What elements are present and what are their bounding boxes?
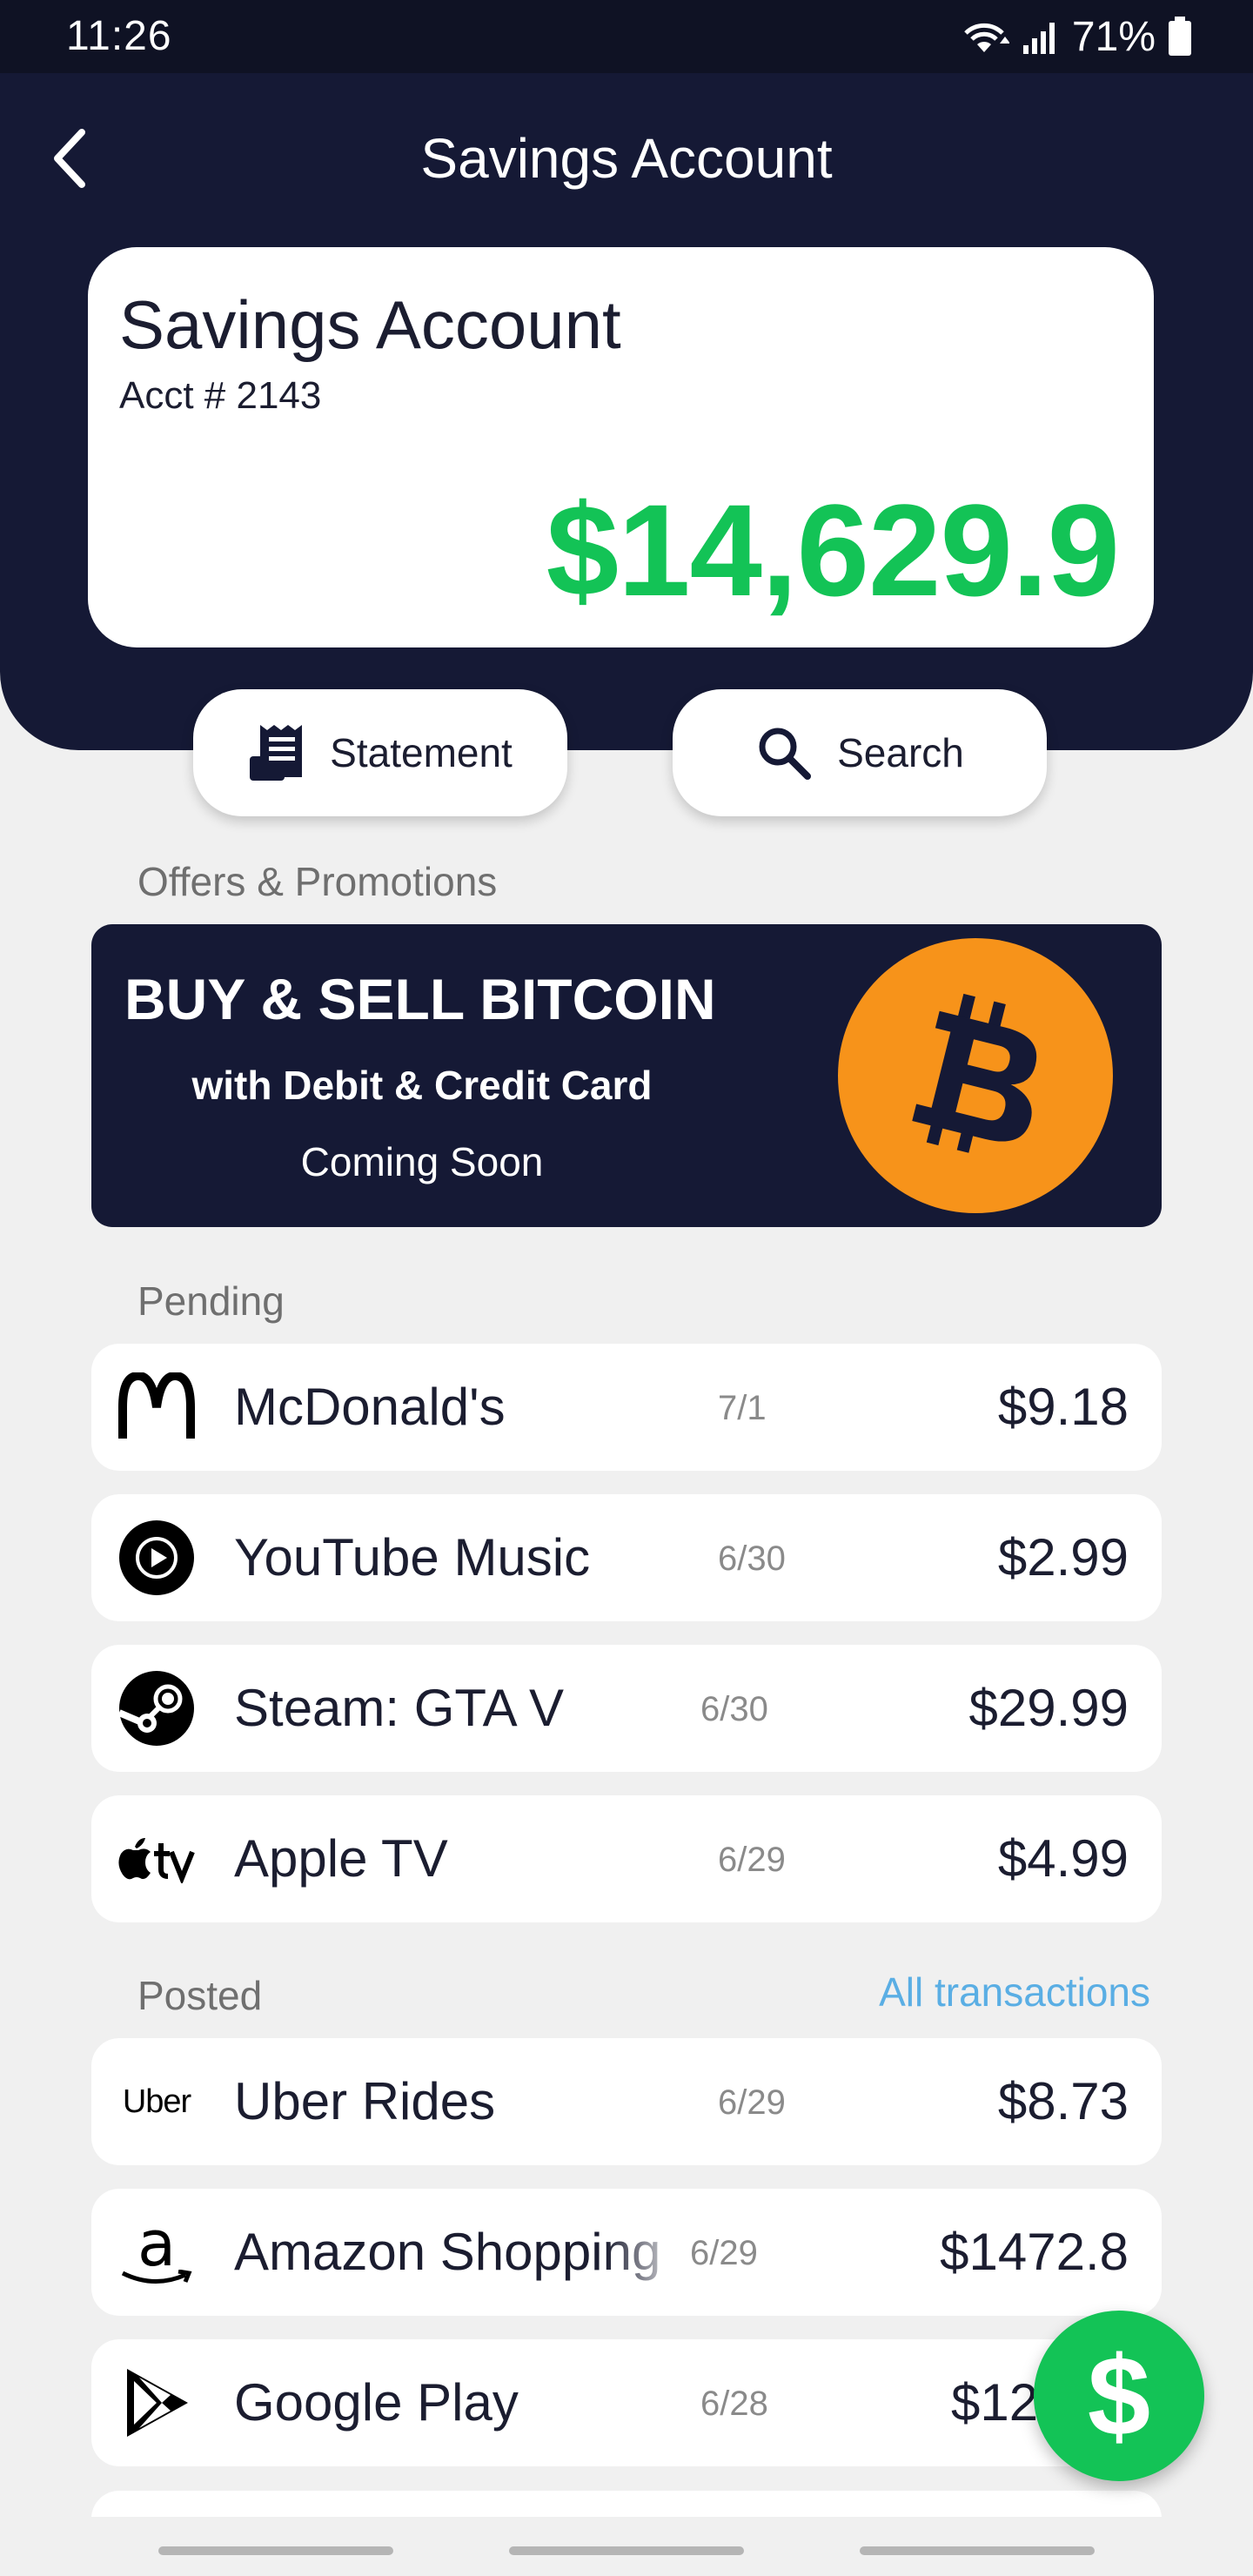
search-icon bbox=[759, 728, 812, 780]
apple-tv-icon bbox=[117, 1820, 196, 1898]
google-play-icon bbox=[117, 2364, 196, 2442]
transaction-row[interactable]: Uber Uber Rides 6/29 $8.73 bbox=[91, 2038, 1162, 2165]
bitcoin-icon bbox=[838, 938, 1113, 1213]
account-card: Savings Account Acct # 2143 $14,629.9 bbox=[88, 247, 1154, 647]
transaction-name: Google Play bbox=[234, 2373, 519, 2432]
nav-home-button[interactable] bbox=[509, 2546, 744, 2555]
receipt-icon bbox=[250, 725, 303, 781]
amazon-smile-icon bbox=[121, 2270, 192, 2284]
offers-section-label: Offers & Promotions bbox=[137, 859, 498, 904]
transaction-amount: $9.18 bbox=[997, 1378, 1129, 1436]
transaction-date: 6/28 bbox=[700, 2385, 768, 2423]
search-button[interactable]: Search bbox=[673, 689, 1047, 816]
amazon-logo-text: a bbox=[137, 2207, 177, 2280]
pending-section-label: Pending bbox=[137, 1278, 285, 1324]
account-name: Savings Account bbox=[119, 286, 621, 363]
transaction-name: Apple TV bbox=[234, 1829, 448, 1888]
status-time: 11:26 bbox=[66, 13, 172, 59]
transaction-name: Amazon Shopping bbox=[234, 2223, 661, 2281]
transaction-name: Steam: GTA V bbox=[234, 1679, 565, 1737]
pay-fab-button[interactable]: $ bbox=[1034, 2311, 1204, 2481]
search-label: Search bbox=[837, 730, 964, 775]
transaction-amount: $12 bbox=[951, 2373, 1039, 2432]
status-bar: 11:26 71% bbox=[0, 0, 1253, 73]
transaction-date: 7/1 bbox=[718, 1389, 767, 1427]
transaction-date: 6/29 bbox=[690, 2234, 758, 2272]
status-indicators: 71% bbox=[959, 9, 1192, 64]
battery-percent: 71% bbox=[1071, 13, 1156, 60]
statement-label: Statement bbox=[330, 730, 513, 775]
battery-icon bbox=[1169, 17, 1191, 56]
transaction-amount: $8.73 bbox=[997, 2072, 1129, 2130]
account-balance: $14,629.9 bbox=[546, 477, 1120, 623]
all-transactions-link[interactable]: All transactions bbox=[879, 1969, 1150, 2016]
account-number: Acct # 2143 bbox=[119, 374, 322, 417]
transaction-row[interactable]: McDonald's 7/1 $9.18 bbox=[91, 1344, 1162, 1471]
transaction-row[interactable]: Google Play 6/28 $12 bbox=[91, 2339, 1162, 2466]
steam-icon bbox=[117, 1669, 196, 1748]
transaction-name: Uber Rides bbox=[234, 2072, 496, 2130]
transaction-row[interactable]: a Amazon Shopping 6/29 $1472.8 bbox=[91, 2189, 1162, 2316]
promo-title: BUY & SELL BITCOIN bbox=[124, 967, 716, 1031]
statement-button[interactable]: Statement bbox=[193, 689, 567, 816]
dollar-icon: $ bbox=[1087, 2332, 1151, 2459]
wifi-icon bbox=[964, 23, 1009, 52]
transaction-amount: $1472.8 bbox=[940, 2223, 1129, 2281]
transaction-date: 6/29 bbox=[718, 1841, 786, 1879]
page-title: Savings Account bbox=[420, 127, 833, 190]
uber-icon: Uber bbox=[117, 2063, 196, 2141]
nav-back-button[interactable] bbox=[860, 2546, 1095, 2555]
transaction-row[interactable]: Apple TV 6/29 $4.99 bbox=[91, 1795, 1162, 1922]
transaction-date: 6/30 bbox=[700, 1690, 768, 1728]
transaction-date: 6/29 bbox=[718, 2083, 786, 2122]
mcdonalds-icon bbox=[117, 1368, 196, 1446]
youtube-music-icon bbox=[117, 1519, 196, 1597]
promo-subtitle: with Debit & Credit Card bbox=[191, 1063, 653, 1108]
transaction-amount: $4.99 bbox=[997, 1829, 1129, 1888]
transaction-row[interactable]: YouTube Music 6/30 $2.99 bbox=[91, 1494, 1162, 1621]
transaction-amount: $29.99 bbox=[968, 1679, 1129, 1737]
amazon-icon: a bbox=[117, 2207, 196, 2291]
transaction-row[interactable]: Steam: GTA V 6/30 $29.99 bbox=[91, 1645, 1162, 1772]
uber-logo-text: Uber bbox=[122, 2083, 191, 2120]
transaction-date: 6/30 bbox=[718, 1540, 786, 1578]
promo-note: Coming Soon bbox=[300, 1139, 544, 1184]
signal-icon bbox=[1022, 23, 1055, 54]
transaction-amount: $2.99 bbox=[997, 1528, 1129, 1587]
transaction-name: YouTube Music bbox=[234, 1528, 591, 1587]
nav-recent-button[interactable] bbox=[158, 2546, 393, 2555]
posted-section-label: Posted bbox=[137, 1973, 263, 2018]
transaction-name: McDonald's bbox=[234, 1378, 506, 1436]
bitcoin-promo-banner[interactable]: BUY & SELL BITCOIN with Debit & Credit C… bbox=[91, 924, 1162, 1227]
